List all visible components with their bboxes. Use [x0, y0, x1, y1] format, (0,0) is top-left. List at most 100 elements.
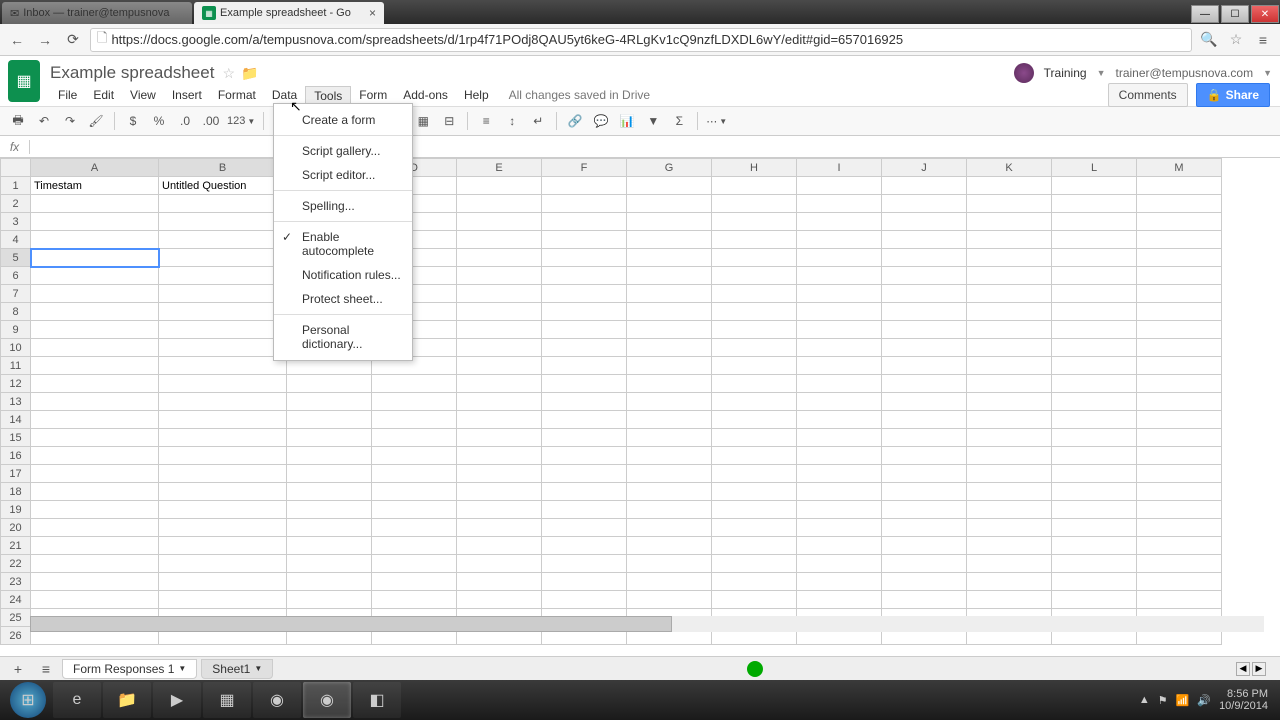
cell[interactable]: [542, 573, 627, 591]
chart-icon[interactable]: 📊: [615, 110, 639, 132]
chrome-active-icon[interactable]: ◉: [303, 682, 351, 718]
menu-addons[interactable]: Add-ons: [395, 86, 456, 104]
cell[interactable]: [882, 249, 967, 267]
link-icon[interactable]: 🔗: [563, 110, 587, 132]
cell[interactable]: [967, 591, 1052, 609]
cell[interactable]: [372, 429, 457, 447]
cell[interactable]: [159, 447, 287, 465]
cell[interactable]: [797, 465, 882, 483]
cell[interactable]: [31, 339, 159, 357]
cell[interactable]: [967, 249, 1052, 267]
browser-tab-active[interactable]: ▦ Example spreadsheet - Go ×: [194, 2, 384, 24]
cell[interactable]: [797, 339, 882, 357]
cell[interactable]: [542, 375, 627, 393]
cell[interactable]: [797, 285, 882, 303]
cell[interactable]: [882, 231, 967, 249]
cell[interactable]: [159, 375, 287, 393]
menu-edit[interactable]: Edit: [85, 86, 122, 104]
cell[interactable]: [159, 429, 287, 447]
cell[interactable]: [627, 537, 712, 555]
cell[interactable]: [627, 573, 712, 591]
cell[interactable]: Timestam: [31, 177, 159, 195]
cell[interactable]: [712, 249, 797, 267]
column-header[interactable]: F: [542, 159, 627, 177]
cell[interactable]: [627, 393, 712, 411]
column-header[interactable]: H: [712, 159, 797, 177]
cell[interactable]: [159, 267, 287, 285]
cell[interactable]: [457, 357, 542, 375]
cell[interactable]: [882, 303, 967, 321]
cell[interactable]: [31, 375, 159, 393]
cell[interactable]: [457, 177, 542, 195]
cell[interactable]: [1052, 393, 1137, 411]
cell[interactable]: [882, 429, 967, 447]
cell[interactable]: [967, 555, 1052, 573]
cell[interactable]: [882, 375, 967, 393]
cell[interactable]: [457, 555, 542, 573]
cell[interactable]: [31, 267, 159, 285]
cell[interactable]: [457, 537, 542, 555]
cell[interactable]: [712, 375, 797, 393]
cell[interactable]: [159, 483, 287, 501]
cell[interactable]: [159, 393, 287, 411]
cell[interactable]: [797, 483, 882, 501]
address-bar[interactable]: 🗋 https://docs.google.com/a/tempusnova.c…: [90, 28, 1192, 52]
cell[interactable]: [712, 285, 797, 303]
menu-form[interactable]: Form: [351, 86, 395, 104]
bookmark-star-icon[interactable]: ☆: [1226, 29, 1246, 51]
chrome-icon[interactable]: ◉: [253, 682, 301, 718]
cell[interactable]: [627, 195, 712, 213]
user-avatar[interactable]: [1014, 63, 1034, 83]
merge-cells-icon[interactable]: ⊟: [437, 110, 461, 132]
zoom-icon[interactable]: 🔍: [1198, 29, 1220, 51]
cell[interactable]: [287, 411, 372, 429]
decimal-dec-icon[interactable]: .0: [173, 110, 197, 132]
cell[interactable]: [882, 357, 967, 375]
script-editor-item[interactable]: Script editor...: [274, 163, 412, 187]
cell[interactable]: [797, 555, 882, 573]
column-header[interactable]: J: [882, 159, 967, 177]
volume-icon[interactable]: 🔊: [1197, 694, 1211, 707]
cell[interactable]: [712, 483, 797, 501]
cell[interactable]: [1052, 411, 1137, 429]
cell[interactable]: [542, 249, 627, 267]
cell[interactable]: [627, 555, 712, 573]
cell[interactable]: [712, 195, 797, 213]
cell[interactable]: [457, 501, 542, 519]
cell[interactable]: [1137, 231, 1222, 249]
cell[interactable]: [797, 267, 882, 285]
row-header[interactable]: 9: [1, 321, 31, 339]
row-header[interactable]: 19: [1, 501, 31, 519]
cell[interactable]: [882, 447, 967, 465]
currency-icon[interactable]: $: [121, 110, 145, 132]
document-title[interactable]: Example spreadsheet: [50, 63, 214, 83]
cell[interactable]: [1137, 573, 1222, 591]
cell[interactable]: [287, 375, 372, 393]
cell[interactable]: [159, 591, 287, 609]
cell[interactable]: [542, 357, 627, 375]
cell[interactable]: [967, 483, 1052, 501]
cell[interactable]: [882, 555, 967, 573]
cell[interactable]: [882, 411, 967, 429]
cell[interactable]: [31, 213, 159, 231]
cell[interactable]: [31, 447, 159, 465]
cell[interactable]: [1052, 537, 1137, 555]
account-dropdown-icon[interactable]: ▼: [1263, 68, 1272, 78]
cell[interactable]: [159, 357, 287, 375]
tab-scroll-nav[interactable]: ◀▶: [1236, 662, 1266, 676]
menu-format[interactable]: Format: [210, 86, 264, 104]
cell[interactable]: [372, 465, 457, 483]
cell[interactable]: [712, 231, 797, 249]
cell[interactable]: [287, 429, 372, 447]
row-header[interactable]: 25: [1, 609, 31, 627]
cell[interactable]: [287, 519, 372, 537]
column-header[interactable]: I: [797, 159, 882, 177]
cell[interactable]: [31, 591, 159, 609]
cell[interactable]: [712, 573, 797, 591]
cell[interactable]: [1052, 339, 1137, 357]
cell[interactable]: [627, 339, 712, 357]
cell[interactable]: [967, 321, 1052, 339]
cell[interactable]: [457, 447, 542, 465]
cell[interactable]: [967, 501, 1052, 519]
cell[interactable]: [1137, 429, 1222, 447]
